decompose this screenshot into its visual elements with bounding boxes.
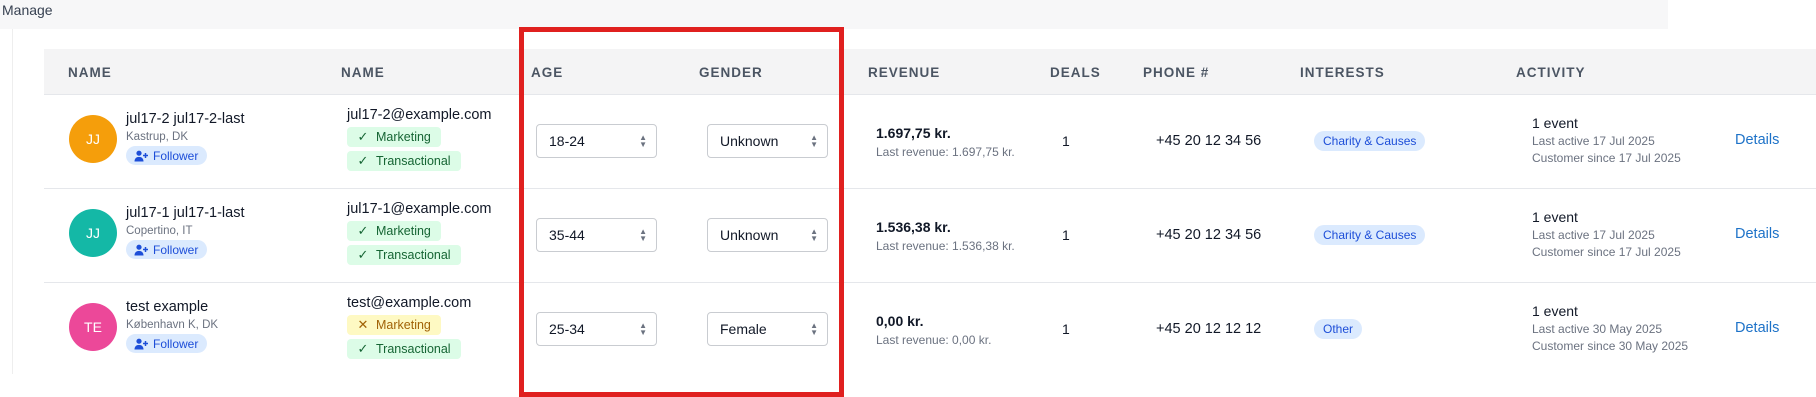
customer-since: Customer since 17 Jul 2025 [1532,151,1681,165]
revenue-value: 1.697,75 kr. [876,125,951,141]
marketing-label: Marketing [376,318,431,332]
column-header-interests[interactable]: INTERESTS [1300,65,1385,80]
marketing-consent-chip: ✓ Marketing [347,221,441,241]
customer-since: Customer since 17 Jul 2025 [1532,245,1681,259]
column-header-revenue[interactable]: REVENUE [868,65,940,80]
transactional-consent-chip: ✓ Transactional [347,151,461,171]
revenue-value: 1.536,38 kr. [876,219,951,235]
check-icon: ✓ [357,223,369,238]
contact-name: test example [126,299,209,315]
avatar: TE [69,303,117,351]
gender-select[interactable]: Unknown ▲ ▼ [707,218,828,252]
chevron-up-down-icon: ▲ ▼ [639,133,647,149]
chevron-up-down-icon: ▲ ▼ [639,227,647,243]
contact-email: jul17-1@example.com [347,201,492,217]
phone-number: +45 20 12 34 56 [1156,227,1262,243]
phone-number: +45 20 12 34 56 [1156,133,1262,149]
transactional-consent-chip: ✓ Transactional [347,339,461,359]
last-revenue: Last revenue: 1.536,38 kr. [876,239,1015,253]
table-row[interactable]: JJ jul17-2 jul17-2-last Kastrup, DK Foll… [44,94,1816,189]
transactional-label: Transactional [376,342,451,356]
gender-select[interactable]: Unknown ▲ ▼ [707,124,828,158]
phone-number: +45 20 12 12 12 [1156,321,1262,337]
gender-select-value: Unknown [720,133,779,149]
last-active: Last active 17 Jul 2025 [1532,134,1655,148]
details-link[interactable]: Details [1735,226,1779,242]
activity-count: 1 event [1532,209,1578,225]
deals-count: 1 [1062,321,1070,337]
table-row[interactable]: TE test example København K, DK Follower… [44,282,1816,376]
gender-select[interactable]: Female ▲ ▼ [707,312,828,346]
check-icon: ✓ [357,129,369,144]
marketing-consent-chip: ✕ Marketing [347,315,441,335]
top-bar: Manage [0,0,1668,29]
marketing-label: Marketing [376,130,431,144]
marketing-label: Marketing [376,224,431,238]
chevron-up-down-icon: ▲ ▼ [810,227,818,243]
contact-name: jul17-2 jul17-2-last [126,111,245,127]
last-active: Last active 17 Jul 2025 [1532,228,1655,242]
follower-label: Follower [153,242,199,257]
section-title: Manage [2,2,53,18]
user-plus-icon [134,244,148,255]
marketing-consent-chip: ✓ Marketing [347,127,441,147]
deals-count: 1 [1062,133,1070,149]
interest-tag: Charity & Causes [1314,131,1426,151]
contact-location: Kastrup, DK [126,131,188,143]
column-header-deals[interactable]: DEALS [1050,65,1101,80]
age-select-value: 25-34 [549,321,585,337]
contact-location: København K, DK [126,319,219,331]
column-header-phone[interactable]: PHONE # [1143,65,1209,80]
follower-label: Follower [153,148,199,163]
age-select-value: 35-44 [549,227,585,243]
column-header-gender[interactable]: GENDER [699,65,763,80]
gender-select-value: Female [720,321,767,337]
contact-location: Copertino, IT [126,225,193,237]
follower-badge: Follower [126,240,208,259]
column-header-activity[interactable]: ACTIVITY [1516,65,1586,80]
column-header-age[interactable]: AGE [531,65,563,80]
last-revenue: Last revenue: 1.697,75 kr. [876,145,1015,159]
column-header-name-email[interactable]: NAME [341,65,385,80]
contact-email: test@example.com [347,295,472,311]
check-icon: ✓ [357,153,369,168]
follower-badge: Follower [126,334,208,353]
chevron-up-down-icon: ▲ ▼ [810,321,818,337]
avatar: JJ [69,115,117,163]
table-row[interactable]: JJ jul17-1 jul17-1-last Copertino, IT Fo… [44,188,1816,283]
activity-count: 1 event [1532,115,1578,131]
contact-email: jul17-2@example.com [347,107,492,123]
check-icon: ✓ [357,341,369,356]
cross-icon: ✕ [357,317,369,332]
user-plus-icon [134,150,148,161]
column-header-name[interactable]: NAME [68,65,112,80]
activity-count: 1 event [1532,303,1578,319]
transactional-label: Transactional [376,248,451,262]
deals-count: 1 [1062,227,1070,243]
contact-name: jul17-1 jul17-1-last [126,205,245,221]
follower-label: Follower [153,336,199,351]
chevron-up-down-icon: ▲ ▼ [810,133,818,149]
user-plus-icon [134,338,148,349]
last-active: Last active 30 May 2025 [1532,322,1663,336]
age-select-value: 18-24 [549,133,585,149]
age-select[interactable]: 25-34 ▲ ▼ [536,312,657,346]
age-select[interactable]: 18-24 ▲ ▼ [536,124,657,158]
gender-select-value: Unknown [720,227,779,243]
revenue-value: 0,00 kr. [876,313,924,329]
details-link[interactable]: Details [1735,132,1779,148]
avatar: JJ [69,209,117,257]
interest-tag: Charity & Causes [1314,225,1426,245]
transactional-label: Transactional [376,154,451,168]
interest-tag: Other [1314,319,1363,339]
details-link[interactable]: Details [1735,320,1779,336]
customer-since: Customer since 30 May 2025 [1532,339,1689,353]
age-select[interactable]: 35-44 ▲ ▼ [536,218,657,252]
chevron-up-down-icon: ▲ ▼ [639,321,647,337]
check-icon: ✓ [357,247,369,262]
follower-badge: Follower [126,146,208,165]
last-revenue: Last revenue: 0,00 kr. [876,333,992,347]
transactional-consent-chip: ✓ Transactional [347,245,461,265]
